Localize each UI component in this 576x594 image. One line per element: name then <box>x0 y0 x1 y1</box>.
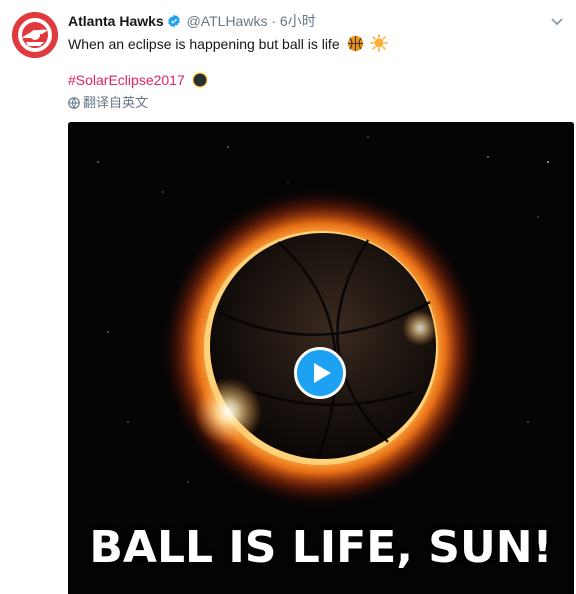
basketball-emoji <box>347 35 364 56</box>
play-button[interactable] <box>294 347 346 399</box>
translate-link[interactable]: 翻译自英文 <box>68 95 148 111</box>
video-caption: BALL IS LIFE, SUN! <box>89 522 553 573</box>
sun-emoji <box>370 34 389 56</box>
tweet-timestamp[interactable]: 6小时 <box>280 13 316 29</box>
hashtag-link[interactable]: #SolarEclipse2017 <box>68 72 185 88</box>
solar-eclipse-emoji <box>192 72 208 92</box>
hawks-logo <box>12 12 58 58</box>
play-icon <box>314 363 331 383</box>
hashtag-line: #SolarEclipse2017 <box>68 71 208 92</box>
globe-icon <box>68 95 83 110</box>
translate-label: 翻译自英文 <box>83 95 149 110</box>
chevron-down-icon[interactable] <box>548 12 566 30</box>
tweet-text: When an eclipse is happening but ball is… <box>68 34 389 56</box>
tweet-header: Atlanta Hawks @ATLHawks · 6小时 <box>68 12 316 32</box>
author-handle[interactable]: @ATLHawks <box>187 13 268 29</box>
avatar[interactable] <box>12 12 58 58</box>
author-name[interactable]: Atlanta Hawks <box>68 13 164 29</box>
video-player[interactable]: BALL IS LIFE, SUN! <box>68 122 574 594</box>
tweet-text-content: When an eclipse is happening but ball is… <box>68 36 340 52</box>
verified-icon <box>167 14 181 32</box>
separator-dot: · <box>271 13 277 29</box>
